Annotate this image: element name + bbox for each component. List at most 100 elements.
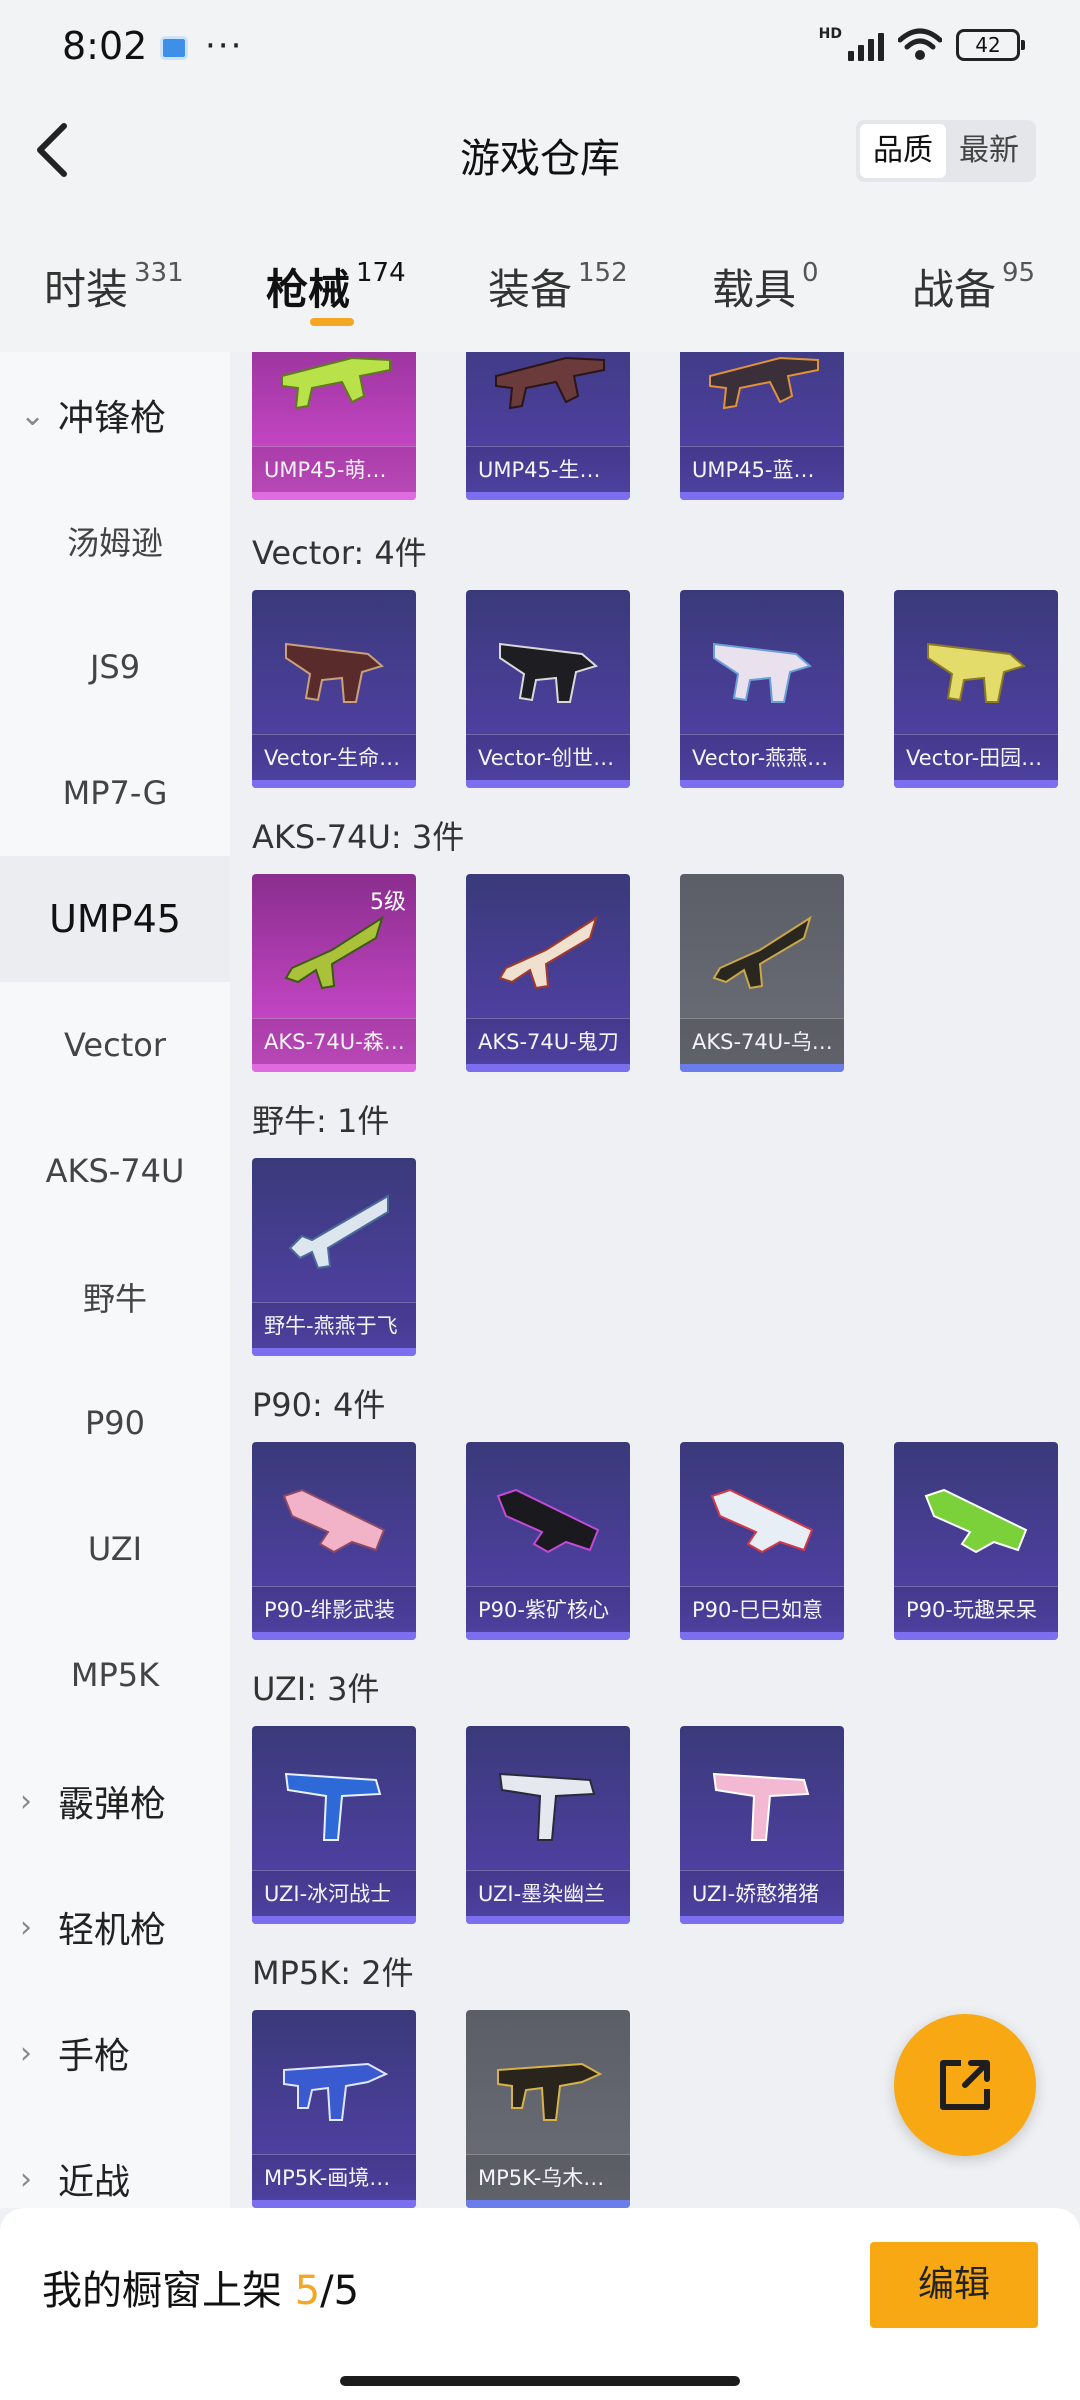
skin-card[interactable]: UMP45-蓝… (680, 352, 844, 500)
gun-skin-image (924, 1488, 1028, 1554)
chevron-down-icon: ⌄ (20, 397, 46, 433)
sidebar-group-smg[interactable]: ⌄ 冲锋枪 (0, 352, 230, 478)
active-tab-indicator (310, 318, 354, 326)
sidebar-item-aks74u[interactable]: AKS-74U (0, 1108, 230, 1234)
skin-name: Vector-创世… (466, 734, 630, 780)
gun-skin-image (496, 1488, 600, 1554)
skin-name: P90-玩趣呆呆 (894, 1586, 1058, 1632)
skin-card[interactable]: AKS-74U-乌… (680, 874, 844, 1072)
skin-name: 野牛-燕燕于飞 (252, 1302, 416, 1348)
quality-bar (252, 2200, 416, 2208)
tab-label: 载具 (712, 265, 797, 314)
skin-card[interactable]: P90-玩趣呆呆 (894, 1442, 1058, 1640)
quality-bar (466, 1916, 630, 1924)
weapon-type-sidebar: ⌄ 冲锋枪 汤姆逊 JS9 MP7-G UMP45 Vector AKS-74U… (0, 352, 230, 2208)
quality-bar (252, 1348, 416, 1356)
sidebar-group-shotgun[interactable]: › 霰弹枪 (0, 1738, 230, 1864)
quality-bar (466, 780, 630, 788)
quality-bar (680, 780, 844, 788)
sidebar-item-mp7g[interactable]: MP7-G (0, 730, 230, 856)
skin-card[interactable]: Vector-生命… (252, 590, 416, 788)
skin-card[interactable]: P90-绯影武装 (252, 1442, 416, 1640)
sidebar-group-lmg[interactable]: › 轻机枪 (0, 1864, 230, 1990)
skin-card[interactable]: Vector-田园… (894, 590, 1058, 788)
sidebar-group-pistol[interactable]: › 手枪 (0, 1990, 230, 2116)
skin-card[interactable]: P90-巳巳如意 (680, 1442, 844, 1640)
sidebar-item-vector[interactable]: Vector (0, 982, 230, 1108)
showcase-label: 我的橱窗上架 (42, 2268, 282, 2314)
quality-bar (252, 1632, 416, 1640)
sidebar-group-melee[interactable]: › 近战 (0, 2116, 230, 2208)
tab-guns[interactable]: 枪械 174 (266, 256, 406, 317)
skin-card[interactable]: AKS-74U-鬼刀 (466, 874, 630, 1072)
skin-card[interactable]: UMP45-生… (466, 352, 630, 500)
skin-card[interactable]: MP5K-乌木… (466, 2010, 630, 2208)
tab-count: 174 (356, 258, 406, 288)
category-tabs: 时装 331 枪械 174 装备 152 载具 0 战备 95 (0, 206, 1080, 352)
sidebar-item-p90[interactable]: P90 (0, 1360, 230, 1486)
skin-card[interactable]: UZI-冰河战士 (252, 1726, 416, 1924)
quality-bar (466, 492, 630, 500)
quality-bar (466, 1632, 630, 1640)
quality-bar (466, 2200, 630, 2208)
gun-skin-image (288, 1194, 389, 1270)
sidebar-group-label: 轻机枪 (58, 1910, 167, 1951)
sidebar-item-thompson[interactable]: 汤姆逊 (0, 478, 230, 604)
sidebar-item-bison[interactable]: 野牛 (0, 1234, 230, 1360)
tab-count: 95 (1002, 258, 1036, 288)
gun-skin-image (497, 2062, 603, 2121)
quality-bar (894, 780, 1058, 788)
sort-toggle: 品质 最新 (856, 120, 1036, 182)
quality-bar (252, 1064, 416, 1072)
skin-card[interactable]: P90-紫矿核心 (466, 1442, 630, 1640)
tab-fashion[interactable]: 时装 331 (44, 256, 184, 317)
sidebar-item-mp5k[interactable]: MP5K (0, 1612, 230, 1738)
gun-skin-image (283, 2062, 389, 2121)
quality-bar (680, 1632, 844, 1640)
gun-skin-image (498, 915, 598, 990)
share-button[interactable] (894, 2014, 1036, 2156)
tab-count: 152 (578, 258, 628, 288)
skin-name: Vector-田园… (894, 734, 1058, 780)
section-title-bison: 野牛: 1件 (252, 1102, 390, 1140)
gun-skin-image (709, 356, 819, 410)
tab-count: 0 (802, 258, 819, 288)
skin-card[interactable]: 野牛-燕燕于飞 (252, 1158, 416, 1356)
sort-latest-button[interactable]: 最新 (946, 124, 1032, 178)
battery-icon: 42 (956, 29, 1025, 61)
skin-name: Vector-生命… (252, 734, 416, 780)
tab-label: 时装 (44, 265, 129, 314)
edit-button[interactable]: 编辑 (870, 2242, 1038, 2328)
section-title-mp5k: MP5K: 2件 (252, 1954, 414, 1992)
quality-bar (252, 492, 416, 500)
sort-quality-button[interactable]: 品质 (860, 124, 946, 178)
home-indicator[interactable] (340, 2376, 740, 2386)
skin-card[interactable]: UZI-墨染幽兰 (466, 1726, 630, 1924)
sidebar-item-js9[interactable]: JS9 (0, 604, 230, 730)
skin-card[interactable]: UMP45-萌… (252, 352, 416, 500)
sidebar-group-label: 霰弹枪 (58, 1784, 167, 1825)
gun-skin-image (282, 1488, 386, 1554)
gun-skin-image (498, 1772, 596, 1841)
cell-signal-icon (848, 29, 884, 61)
quality-bar (680, 1064, 844, 1072)
tab-equipment[interactable]: 装备 152 (488, 256, 628, 317)
sidebar-item-ump45[interactable]: UMP45 (0, 856, 230, 982)
skin-name: UZI-冰河战士 (252, 1870, 416, 1916)
tab-vehicles[interactable]: 载具 0 (712, 256, 819, 317)
chevron-right-icon: › (20, 1783, 32, 1819)
tab-label: 枪械 (266, 265, 351, 314)
skin-card[interactable]: MP5K-画境… (252, 2010, 416, 2208)
skin-card[interactable]: 5级 AKS-74U-森… (252, 874, 416, 1072)
gun-skin-image (284, 1772, 382, 1841)
gun-skin-image (495, 356, 605, 410)
skin-card[interactable]: UZI-娇憨猪猪 (680, 1726, 844, 1924)
gun-skin-image (284, 915, 384, 990)
showcase-status: 我的橱窗上架 5/5 (42, 2258, 359, 2316)
sidebar-item-uzi[interactable]: UZI (0, 1486, 230, 1612)
skin-name: MP5K-乌木… (466, 2154, 630, 2200)
tab-supplies[interactable]: 战备 95 (912, 256, 1035, 317)
skin-card[interactable]: Vector-燕燕… (680, 590, 844, 788)
skin-name: AKS-74U-森… (252, 1018, 416, 1064)
skin-card[interactable]: Vector-创世… (466, 590, 630, 788)
